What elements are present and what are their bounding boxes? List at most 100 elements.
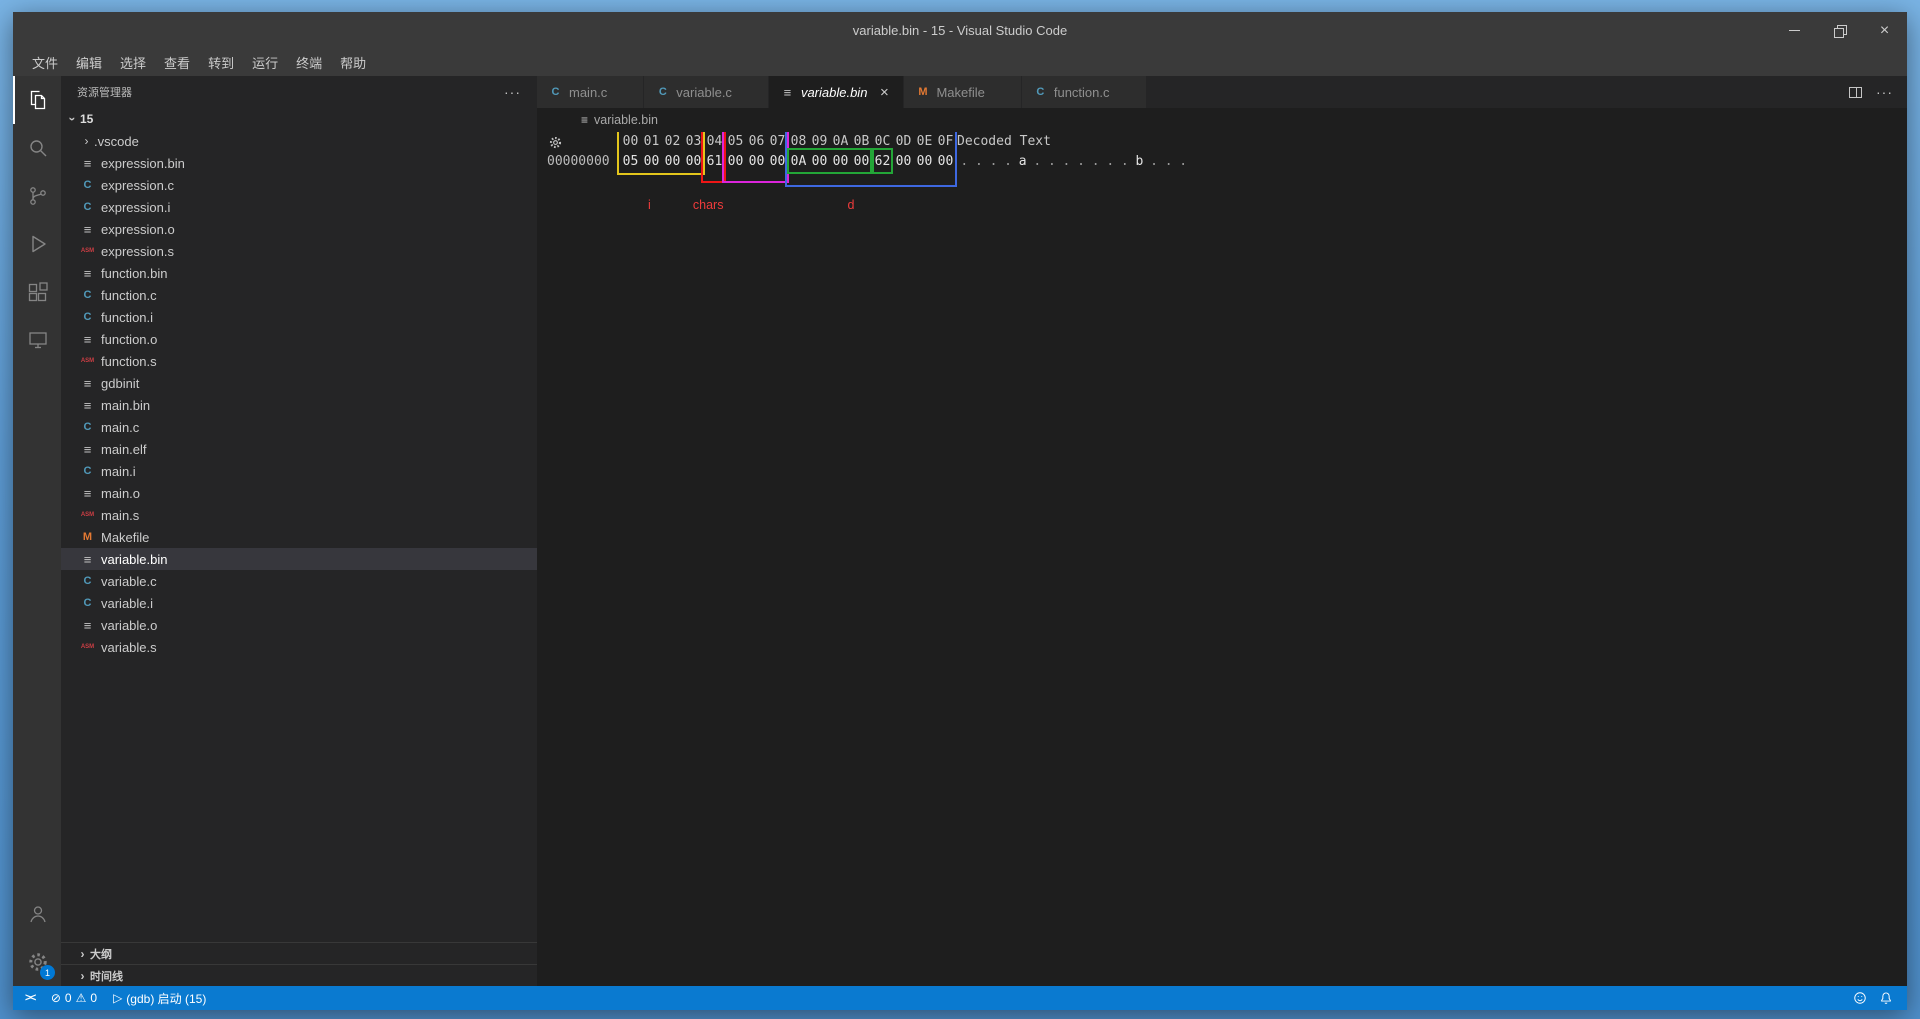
menu-item-1[interactable]: 文件	[23, 49, 67, 76]
hex-byte-0[interactable]: 05	[620, 152, 641, 172]
tree-item-function.s[interactable]: ASMfunction.s	[61, 350, 537, 372]
hex-byte-2[interactable]: 00	[662, 152, 683, 172]
hex-byte-6[interactable]: 00	[746, 152, 767, 172]
tree-item-expression.s[interactable]: ASMexpression.s	[61, 240, 537, 262]
menu-item-3[interactable]: 选择	[111, 49, 155, 76]
tree-item-main.elf[interactable]: ≡main.elf	[61, 438, 537, 460]
decoded-char-15[interactable]: .	[1176, 152, 1191, 172]
tab-variable.c[interactable]: Cvariable.c×	[644, 76, 769, 108]
hex-byte-4[interactable]: 61	[704, 152, 725, 172]
decoded-char-12[interactable]: b	[1132, 152, 1147, 172]
minimize-button[interactable]	[1772, 12, 1817, 49]
close-button[interactable]: ×	[1862, 12, 1907, 49]
tree-item-function.c[interactable]: Cfunction.c	[61, 284, 537, 306]
hex-byte-10[interactable]: 00	[830, 152, 851, 172]
tree-item-.vscode[interactable]: ›.vscode	[61, 130, 537, 152]
bin-file-icon: ≡	[79, 266, 96, 281]
tree-item-main.o[interactable]: ≡main.o	[61, 482, 537, 504]
decoded-char-10[interactable]: .	[1103, 152, 1118, 172]
tree-item-main.bin[interactable]: ≡main.bin	[61, 394, 537, 416]
account-icon[interactable]	[13, 890, 61, 938]
hex-byte-7[interactable]: 00	[767, 152, 788, 172]
menu-item-8[interactable]: 帮助	[331, 49, 375, 76]
hex-byte-11[interactable]: 00	[851, 152, 872, 172]
tab-main.c[interactable]: Cmain.c×	[537, 76, 644, 108]
status-bar-right	[1853, 991, 1907, 1005]
debug-launch-indicator[interactable]: ▷ (gdb) 启动 (15)	[105, 986, 214, 1010]
tree-item-function.o[interactable]: ≡function.o	[61, 328, 537, 350]
hex-byte-5[interactable]: 00	[725, 152, 746, 172]
decoded-char-4[interactable]: a	[1015, 152, 1030, 172]
tree-item-variable.bin[interactable]: ≡variable.bin	[61, 548, 537, 570]
menu-item-7[interactable]: 终端	[287, 49, 331, 76]
sidebar-more-actions-icon[interactable]: ···	[504, 84, 521, 100]
run-debug-icon[interactable]	[13, 220, 61, 268]
decoded-char-2[interactable]: .	[986, 152, 1001, 172]
hex-byte-12[interactable]: 62	[872, 152, 893, 172]
decoded-char-9[interactable]: .	[1088, 152, 1103, 172]
tree-item-main.i[interactable]: Cmain.i	[61, 460, 537, 482]
decoded-char-14[interactable]: .	[1161, 152, 1176, 172]
decoded-char-1[interactable]: .	[972, 152, 987, 172]
tree-item-function.i[interactable]: Cfunction.i	[61, 306, 537, 328]
explorer-sidebar: 资源管理器 ··· ›15›.vscode≡expression.binCexp…	[61, 76, 537, 986]
hex-byte-14[interactable]: 00	[914, 152, 935, 172]
menu-item-5[interactable]: 转到	[199, 49, 243, 76]
tree-root-folder[interactable]: ›15	[61, 108, 537, 130]
hex-byte-3[interactable]: 00	[683, 152, 704, 172]
tab-variable.bin[interactable]: ≡variable.bin×	[769, 76, 905, 108]
tab-close-icon[interactable]: ×	[875, 84, 893, 101]
panel-title: 大纲	[90, 946, 112, 962]
tree-item-variable.o[interactable]: ≡variable.o	[61, 614, 537, 636]
decoded-char-5[interactable]: .	[1030, 152, 1045, 172]
tree-item-expression.o[interactable]: ≡expression.o	[61, 218, 537, 240]
tab-Makefile[interactable]: MMakefile×	[904, 76, 1021, 108]
chevron-collapsed-icon: ›	[75, 947, 90, 961]
hex-byte-15[interactable]: 00	[935, 152, 956, 172]
tab-function.c[interactable]: Cfunction.c×	[1022, 76, 1147, 108]
restore-button[interactable]	[1817, 12, 1862, 49]
hex-byte-13[interactable]: 00	[893, 152, 914, 172]
decoded-char-7[interactable]: .	[1059, 152, 1074, 172]
tree-item-variable.s[interactable]: ASMvariable.s	[61, 636, 537, 658]
feedback-icon[interactable]	[1853, 991, 1867, 1005]
decoded-char-11[interactable]: .	[1118, 152, 1133, 172]
hex-byte-1[interactable]: 00	[641, 152, 662, 172]
editor-more-actions-icon[interactable]: ···	[1876, 84, 1893, 100]
extensions-icon[interactable]	[13, 268, 61, 316]
tree-item-main.c[interactable]: Cmain.c	[61, 416, 537, 438]
explorer-icon[interactable]	[13, 76, 61, 124]
menu-item-2[interactable]: 编辑	[67, 49, 111, 76]
hex-byte-8[interactable]: 0A	[788, 152, 809, 172]
sidebar-panel-大纲[interactable]: ›大纲	[61, 942, 537, 964]
tree-item-main.s[interactable]: ASMmain.s	[61, 504, 537, 526]
menu-item-6[interactable]: 运行	[243, 49, 287, 76]
tree-item-Makefile[interactable]: MMakefile	[61, 526, 537, 548]
decoded-char-6[interactable]: .	[1045, 152, 1060, 172]
settings-gear-icon[interactable]: 1	[13, 938, 61, 986]
c-file-icon: C	[79, 575, 96, 587]
decoded-char-13[interactable]: .	[1147, 152, 1162, 172]
sidebar-panel-时间线[interactable]: ›时间线	[61, 964, 537, 986]
decoded-char-3[interactable]: .	[1001, 152, 1016, 172]
tree-item-function.bin[interactable]: ≡function.bin	[61, 262, 537, 284]
problems-indicator[interactable]: ⊘ 0 ⚠ 0	[43, 986, 105, 1010]
tree-item-variable.i[interactable]: Cvariable.i	[61, 592, 537, 614]
tree-item-expression.i[interactable]: Cexpression.i	[61, 196, 537, 218]
hex-settings-gear-icon[interactable]	[548, 135, 563, 150]
tree-item-expression.bin[interactable]: ≡expression.bin	[61, 152, 537, 174]
decoded-char-0[interactable]: .	[957, 152, 972, 172]
breadcrumb[interactable]: ≡ variable.bin	[537, 108, 1907, 132]
remote-indicator[interactable]: ><	[17, 986, 43, 1010]
split-editor-icon[interactable]	[1849, 87, 1862, 98]
notifications-bell-icon[interactable]	[1879, 991, 1893, 1005]
remote-explorer-icon[interactable]	[13, 316, 61, 364]
tree-item-gdbinit[interactable]: ≡gdbinit	[61, 372, 537, 394]
menu-item-4[interactable]: 查看	[155, 49, 199, 76]
search-icon[interactable]	[13, 124, 61, 172]
tree-item-expression.c[interactable]: Cexpression.c	[61, 174, 537, 196]
hex-byte-9[interactable]: 00	[809, 152, 830, 172]
source-control-icon[interactable]	[13, 172, 61, 220]
decoded-char-8[interactable]: .	[1074, 152, 1089, 172]
tree-item-variable.c[interactable]: Cvariable.c	[61, 570, 537, 592]
